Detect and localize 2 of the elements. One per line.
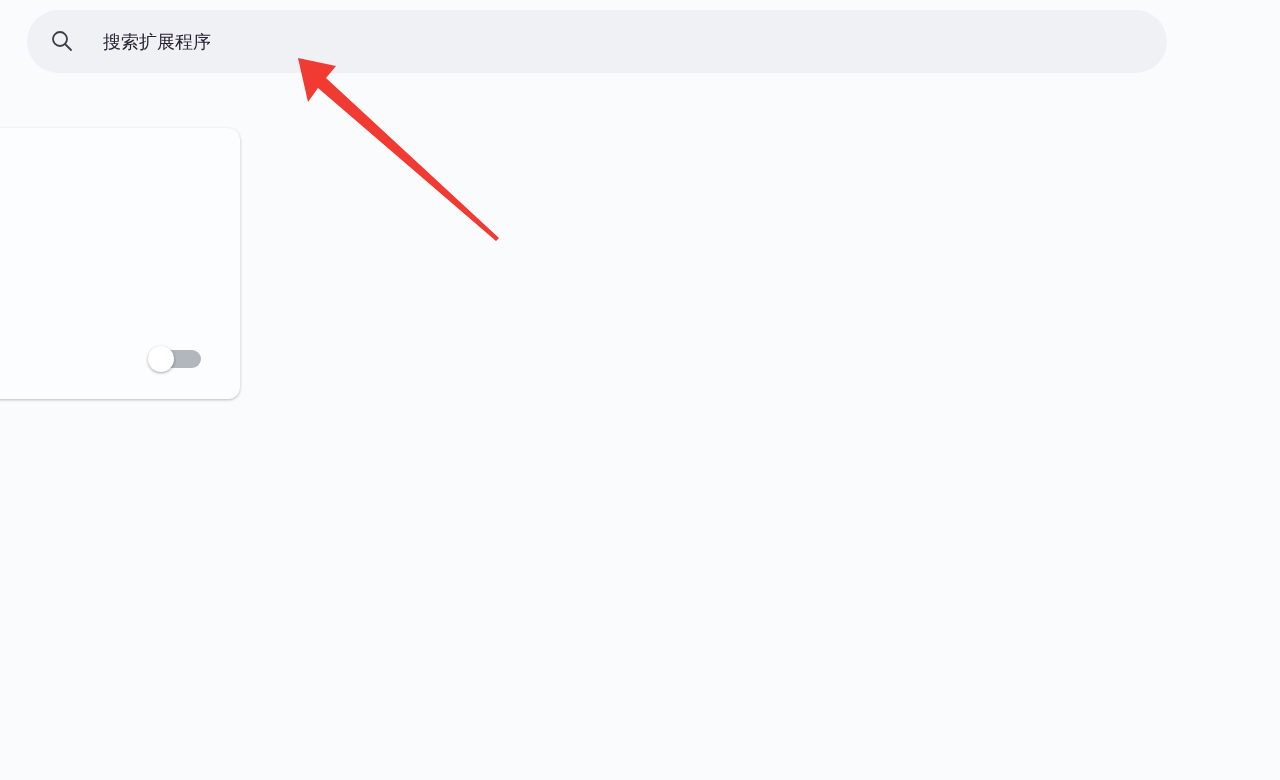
toggle-switch[interactable] <box>148 346 201 373</box>
search-field[interactable]: 搜索扩展程序 <box>27 10 1167 73</box>
